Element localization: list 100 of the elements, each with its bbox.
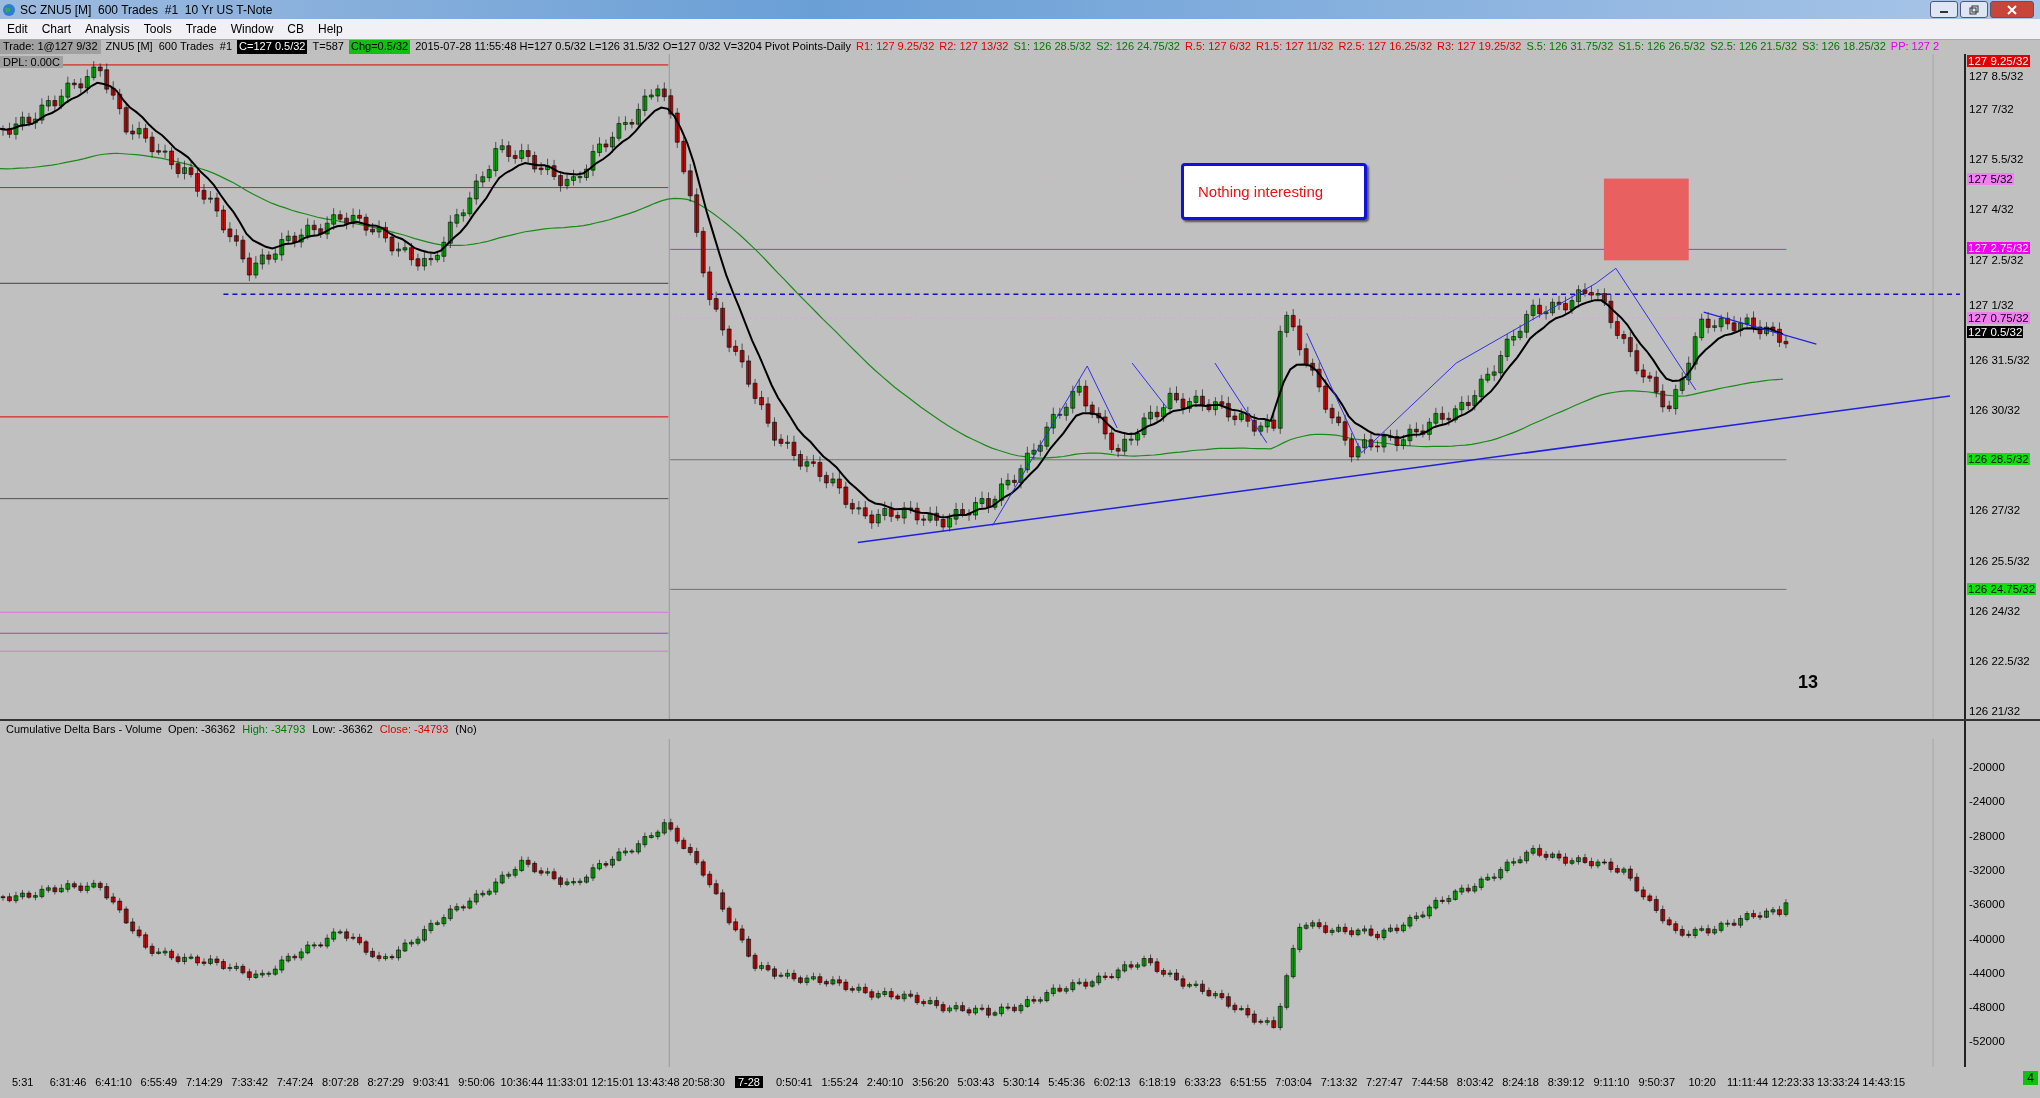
time-label: 7:47:24 [276, 1076, 314, 1088]
info-text: S.5: 126 31.75/32 [1526, 40, 1614, 54]
time-label: 13:33:24 [1816, 1076, 1860, 1088]
time-label: 10:36:44 [500, 1076, 544, 1088]
restore-button[interactable] [1960, 1, 1988, 18]
price-marker: 126 24.75/32 [1967, 583, 2037, 595]
close-button[interactable] [1990, 1, 2034, 18]
time-label: 1:55:24 [821, 1076, 859, 1088]
info-text: C=127 0.5/32 [237, 40, 308, 54]
volume-tick: -44000 [1969, 966, 2005, 979]
menu-item[interactable]: Analysis [78, 22, 137, 36]
price-marker: 127 0.5/32 [1967, 326, 2024, 338]
window-title: SC ZNU5 [M] 600 Trades #1 10 Yr US T-Note [20, 2, 273, 17]
info-text: S2: 126 24.75/32 [1096, 40, 1180, 54]
price-marker: 127 0.75/32 [1967, 312, 2030, 324]
time-label: 11:11:44 [1726, 1076, 1769, 1088]
time-label: 3:56:20 [912, 1076, 949, 1088]
time-label: 9:50:06 [458, 1076, 495, 1088]
price-tick: 126 24/32 [1969, 604, 2021, 617]
menu-item[interactable]: Window [223, 22, 281, 36]
menu-item[interactable]: Tools [136, 22, 179, 36]
price-tick: 126 31.5/32 [1969, 353, 2030, 366]
time-label: 8:27:29 [367, 1076, 405, 1088]
info-text: S2.5: 126 21.5/32 [1710, 40, 1797, 54]
time-label: 11:33:01 [546, 1076, 589, 1088]
time-label: 6:18:19 [1139, 1076, 1176, 1088]
time-label: 5:03:43 [957, 1076, 995, 1088]
info-text: ZNU5 [M] 600 Trades #1 [105, 40, 233, 54]
delta-header-text: (No) [455, 723, 477, 735]
time-label: 0:50:41 [776, 1076, 813, 1088]
corner-badge: 4 [2023, 1071, 2038, 1085]
price-tick: 126 22.5/32 [1969, 654, 2030, 667]
info-text: R2: 127 13/32 [939, 40, 1009, 54]
time-label: 6:41:10 [95, 1076, 132, 1088]
time-label: 13:43:48 [636, 1076, 680, 1088]
minimize-button[interactable] [1930, 1, 1958, 18]
time-label: 6:02:13 [1093, 1076, 1131, 1088]
price-marker: 127 2.75/32 [1967, 242, 2030, 254]
time-label: 14:43:15 [1862, 1076, 1906, 1088]
info-text: R2.5: 127 16.25/32 [1338, 40, 1433, 54]
volume-tick: -28000 [1969, 829, 2005, 842]
price-tick: 127 5.5/32 [1969, 153, 2024, 166]
volume-tick: -24000 [1969, 795, 2005, 808]
price-tick: 127 4/32 [1969, 203, 2014, 216]
price-tick: 127 2.5/32 [1969, 253, 2024, 266]
info-text: R1: 127 9.25/32 [856, 40, 935, 54]
time-label: 7-28 [734, 1076, 763, 1088]
volume-tick: -52000 [1969, 1035, 2005, 1048]
time-label: 7:27:47 [1366, 1076, 1403, 1088]
menu-item[interactable]: Help [311, 22, 350, 36]
restore-icon [1969, 4, 1979, 15]
info-text: T=587 [312, 40, 344, 54]
info-text: Chg=0.5/32 [349, 40, 411, 54]
dpl-label: DPL: 0.00C [0, 56, 63, 68]
volume-tick: -32000 [1969, 863, 2005, 876]
time-label: 10:20 [1688, 1076, 1716, 1088]
volume-tick: -48000 [1969, 1001, 2005, 1014]
time-label: 5:31 [12, 1076, 34, 1088]
info-text: 2015-07-28 11:55:48 H=127 0.5/32 L=126 31.5/32 O=127 0/32 V=3204 Pivot Points-Daily [415, 40, 851, 54]
time-label: 7:03:04 [1275, 1076, 1312, 1088]
volume-tick: -20000 [1969, 761, 2005, 773]
note-text: Nothing interesting [1198, 183, 1324, 200]
time-label: 5:30:14 [1002, 1076, 1040, 1088]
info-text: S1: 126 28.5/32 [1013, 40, 1092, 54]
price-tick: 126 30/32 [1969, 404, 2021, 417]
menu-item[interactable]: CB [280, 22, 311, 36]
volume-tick: -40000 [1969, 932, 2005, 945]
price-marker: 127 9.25/32 [1967, 55, 2030, 67]
time-label: 9:11:10 [1593, 1076, 1630, 1088]
time-label: 9:50:37 [1638, 1076, 1676, 1088]
price-marker: 126 28.5/32 [1967, 453, 2030, 465]
volume-tick: -36000 [1969, 898, 2005, 911]
info-text: R1.5: 127 11/32 [1256, 40, 1334, 54]
delta-header-text: Cumulative Delta Bars - Volume Open: -36362 [6, 723, 236, 735]
close-icon [2007, 4, 2017, 15]
time-label: 7:13:32 [1320, 1076, 1358, 1088]
info-text: R.5: 127 6/32 [1184, 40, 1251, 54]
time-label: 6:31:46 [49, 1076, 87, 1088]
menu-item[interactable]: Chart [34, 22, 79, 36]
time-label: 6:33:23 [1184, 1076, 1222, 1088]
globe-icon [2, 2, 16, 17]
info-text: S3: 126 18.25/32 [1802, 40, 1886, 54]
menu-item[interactable]: Edit [0, 22, 35, 36]
price-tick: 126 27/32 [1969, 504, 2021, 517]
menu-item[interactable]: Trade [178, 22, 224, 36]
time-label: 12:23:33 [1771, 1076, 1815, 1088]
price-tick: 126 21/32 [1969, 704, 2021, 717]
delta-header-text: Close: -34793 [379, 723, 449, 735]
time-label: 9:03:41 [412, 1076, 450, 1088]
time-label: 5:45:36 [1048, 1076, 1086, 1088]
time-label: 7:33:42 [231, 1076, 268, 1088]
price-tick: 127 8.5/32 [1969, 70, 2024, 82]
price-tick: 127 7/32 [1969, 103, 2014, 116]
delta-header-text: Low: -36362 [312, 723, 373, 735]
time-label: 20:58:30 [682, 1076, 725, 1088]
time-label: 2:40:10 [866, 1076, 904, 1088]
price-marker: 127 5/32 [1967, 173, 2014, 185]
info-text: Trade: 1@127 9/32 [0, 40, 101, 54]
price-tick: 127 1/32 [1969, 298, 2014, 311]
price-tick: 126 25.5/32 [1969, 554, 2030, 567]
